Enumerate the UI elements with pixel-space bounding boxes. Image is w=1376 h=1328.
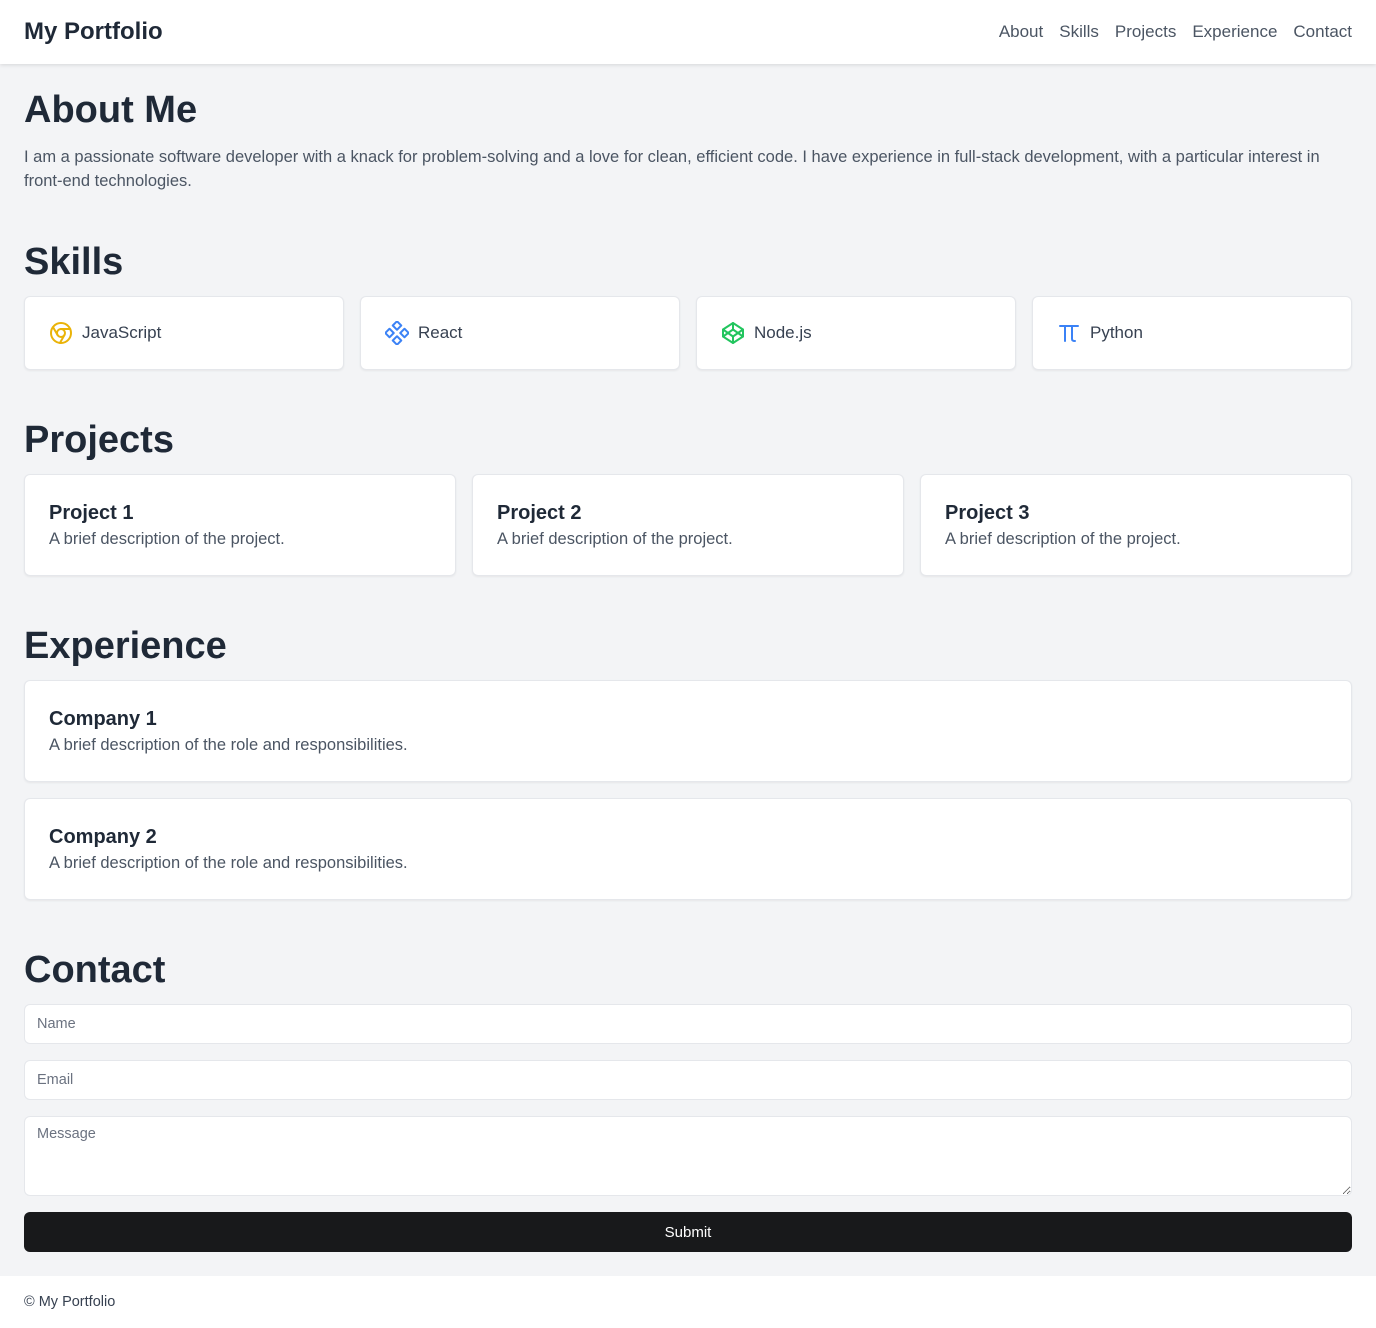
about-text: I am a passionate software developer wit… xyxy=(24,148,1320,190)
experience-card: Company 1 A brief description of the rol… xyxy=(24,680,1352,782)
main-nav: About Skills Projects Experience Contact xyxy=(999,22,1352,42)
skill-card-python: Python xyxy=(1032,296,1352,370)
skills-title: Skills xyxy=(24,241,124,283)
projects-grid: Project 1 A brief description of the pro… xyxy=(24,474,1352,576)
nav-projects[interactable]: Projects xyxy=(1115,22,1176,42)
codepen-icon xyxy=(721,321,745,345)
skills-grid: JavaScript React Node.js Python xyxy=(24,296,1352,370)
skill-label: Python xyxy=(1090,323,1143,342)
experience-card: Company 2 A brief description of the rol… xyxy=(24,798,1352,900)
email-field[interactable] xyxy=(24,1060,1352,1100)
skill-card-react: React xyxy=(360,296,680,370)
site-footer: © My Portfolio xyxy=(0,1276,1376,1328)
project-card: Project 3 A brief description of the pro… xyxy=(920,474,1352,576)
project-description: A brief description of the project. xyxy=(945,530,1181,548)
footer-text: © My Portfolio xyxy=(24,1294,116,1310)
project-card: Project 2 A brief description of the pro… xyxy=(472,474,904,576)
project-description: A brief description of the project. xyxy=(49,530,285,548)
contact-form: Submit xyxy=(24,1004,1352,1252)
skill-label: Node.js xyxy=(754,323,812,342)
submit-button[interactable]: Submit xyxy=(24,1212,1352,1252)
site-header: My Portfolio About Skills Projects Exper… xyxy=(0,0,1376,64)
project-description: A brief description of the project. xyxy=(497,530,733,548)
company-title: Company 2 xyxy=(49,826,157,848)
company-description: A brief description of the role and resp… xyxy=(49,736,408,754)
contact-title: Contact xyxy=(24,949,166,991)
projects-title: Projects xyxy=(24,419,174,461)
site-brand[interactable]: My Portfolio xyxy=(24,18,163,46)
experience-list: Company 1 A brief description of the rol… xyxy=(24,680,1352,916)
chrome-icon xyxy=(49,321,73,345)
skill-card-nodejs: Node.js xyxy=(696,296,1016,370)
nav-about[interactable]: About xyxy=(999,22,1043,42)
project-title: Project 2 xyxy=(497,502,582,524)
skill-label: JavaScript xyxy=(82,323,162,342)
name-field[interactable] xyxy=(24,1004,1352,1044)
experience-title: Experience xyxy=(24,625,227,667)
skill-label: React xyxy=(418,323,463,342)
skill-card-javascript: JavaScript xyxy=(24,296,344,370)
project-title: Project 1 xyxy=(49,502,134,524)
codesandbox-icon xyxy=(385,321,409,345)
nav-contact[interactable]: Contact xyxy=(1293,22,1352,42)
project-title: Project 3 xyxy=(945,502,1030,524)
pi-icon xyxy=(1057,321,1081,345)
company-title: Company 1 xyxy=(49,708,157,730)
about-title: About Me xyxy=(24,89,198,131)
project-card: Project 1 A brief description of the pro… xyxy=(24,474,456,576)
message-field[interactable] xyxy=(24,1116,1352,1196)
nav-skills[interactable]: Skills xyxy=(1059,22,1099,42)
company-description: A brief description of the role and resp… xyxy=(49,854,408,872)
nav-experience[interactable]: Experience xyxy=(1192,22,1277,42)
